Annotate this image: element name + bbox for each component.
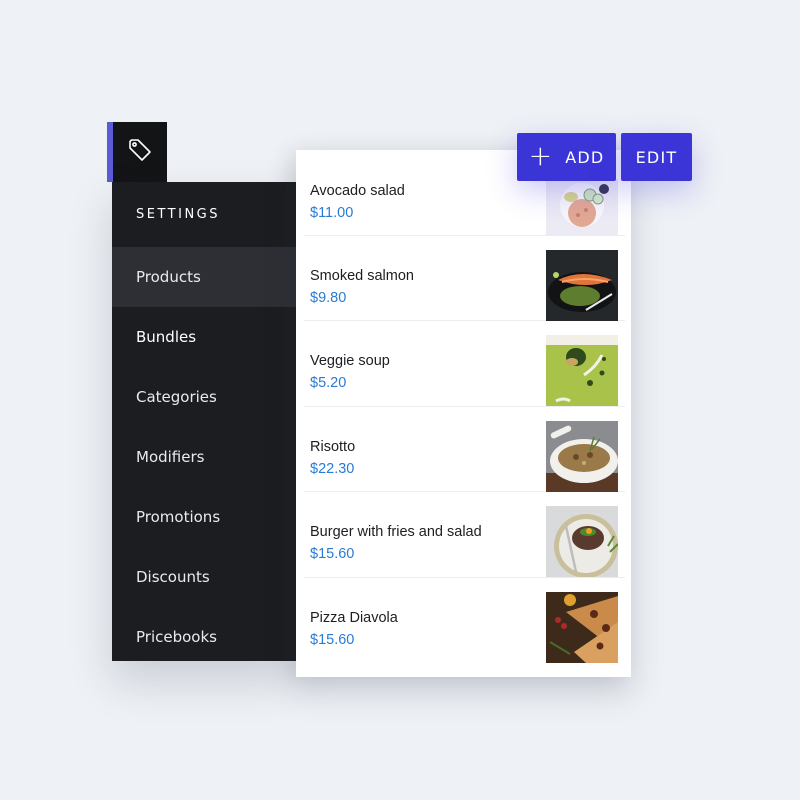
product-price: $11.00	[310, 205, 354, 221]
sidebar-item-discounts[interactable]: Discounts	[112, 547, 298, 607]
product-price: $22.30	[310, 460, 355, 477]
plus-icon: +	[528, 138, 554, 172]
product-name: Veggie soup	[310, 353, 390, 369]
product-row[interactable]: Risotto $22.30	[304, 407, 625, 492]
pizza-image	[546, 591, 618, 663]
product-row[interactable]: Burger with fries and salad $15.60	[304, 492, 625, 578]
veggie-soup-image	[546, 335, 618, 406]
product-row[interactable]: Pizza Diavola $15.60	[304, 578, 625, 664]
product-name: Pizza Diavola	[310, 609, 398, 626]
sidebar-item-bundles[interactable]: Bundles	[112, 307, 298, 367]
product-list: Avocado salad $11.00 Smoked salmon $9.80	[296, 150, 631, 677]
sidebar-item-products[interactable]: Products	[112, 247, 298, 307]
product-price: $15.60	[310, 546, 355, 562]
risotto-image	[546, 420, 618, 492]
burger-image	[546, 506, 618, 577]
product-price: $5.20	[310, 375, 347, 391]
product-row[interactable]: Veggie soup $5.20	[304, 321, 625, 407]
sidebar-item-promotions[interactable]: Promotions	[112, 487, 298, 547]
settings-sidebar: SETTINGS Products Bundles Categories Mod…	[112, 182, 298, 661]
product-price: $9.80	[310, 289, 347, 306]
sidebar-header: SETTINGS	[136, 207, 221, 222]
product-name: Avocado salad	[310, 183, 405, 199]
product-name: Risotto	[310, 438, 356, 455]
add-label: ADD	[565, 147, 605, 167]
edit-button[interactable]: EDIT	[621, 133, 692, 181]
product-row[interactable]: Smoked salmon $9.80	[304, 236, 625, 321]
sidebar-item-pricebooks[interactable]: Pricebooks	[112, 607, 298, 667]
product-name: Smoked salmon	[310, 267, 414, 284]
settings-tab[interactable]	[107, 122, 167, 182]
add-button[interactable]: + ADD	[517, 133, 616, 181]
tag-icon	[127, 137, 153, 168]
product-name: Burger with fries and salad	[310, 524, 482, 540]
smoked-salmon-image	[546, 249, 618, 321]
sidebar-item-modifiers[interactable]: Modifiers	[112, 427, 298, 487]
avocado-salad-image	[546, 179, 618, 235]
sidebar-item-categories[interactable]: Categories	[112, 367, 298, 427]
product-price: $15.60	[310, 631, 355, 648]
